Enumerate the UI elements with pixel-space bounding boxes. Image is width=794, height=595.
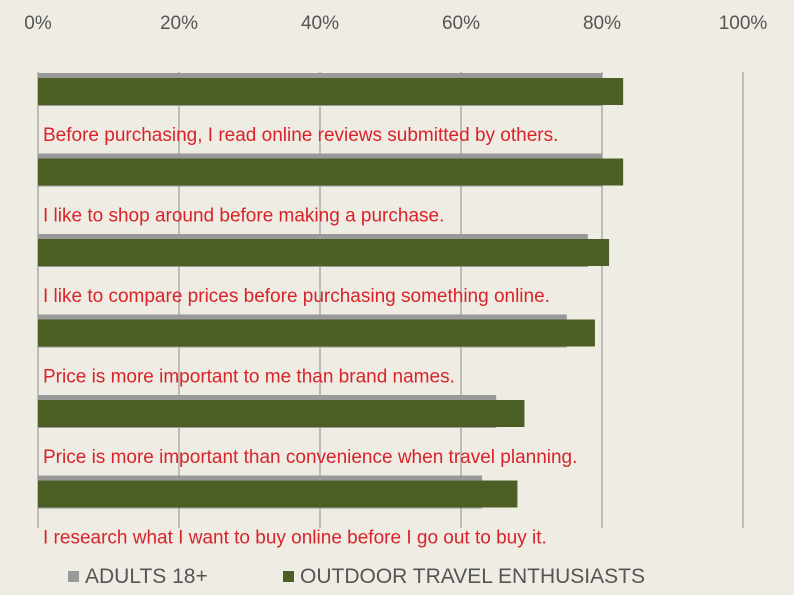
x-tick-label: 100% (719, 13, 768, 34)
legend-label-adults-18plus: ADULTS 18+ (85, 565, 208, 588)
x-tick-label: 40% (301, 13, 339, 34)
category-label: I research what I want to buy online bef… (43, 528, 547, 549)
bar-outdoor-travel-enthusiasts (38, 158, 624, 186)
category-label: Before purchasing, I read online reviews… (43, 125, 558, 146)
bar-outdoor-travel-enthusiasts (38, 480, 518, 508)
category-label: I like to compare prices before purchasi… (43, 286, 550, 307)
category-label: Price is more important to me than brand… (43, 367, 455, 388)
bar-chart: 0% 20% 40% 60% 80% 100% Before purchasing, I … (24, 13, 767, 588)
bar-outdoor-travel-enthusiasts (38, 319, 595, 347)
bar-outdoor-travel-enthusiasts (38, 400, 525, 427)
x-tick-label: 0% (24, 13, 52, 34)
legend: ADULTS 18+ OUTDOOR TRAVEL ENTHUSIASTS (68, 565, 645, 588)
category-label: Price is more important than convenience… (43, 447, 577, 468)
category-label: I like to shop around before making a pu… (43, 206, 444, 227)
bar-outdoor-travel-enthusiasts (38, 239, 610, 266)
bar-outdoor-travel-enthusiasts (38, 78, 624, 105)
legend-swatch-adults-18plus (68, 571, 79, 582)
legend-swatch-outdoor-travel-enthusiasts (283, 571, 294, 582)
x-tick-label: 80% (583, 13, 621, 34)
legend-label-outdoor-travel-enthusiasts: OUTDOOR TRAVEL ENTHUSIASTS (300, 565, 645, 588)
x-axis-tick-labels: 0% 20% 40% 60% 80% 100% (24, 13, 767, 34)
x-tick-label: 20% (160, 13, 198, 34)
x-tick-label: 60% (442, 13, 480, 34)
